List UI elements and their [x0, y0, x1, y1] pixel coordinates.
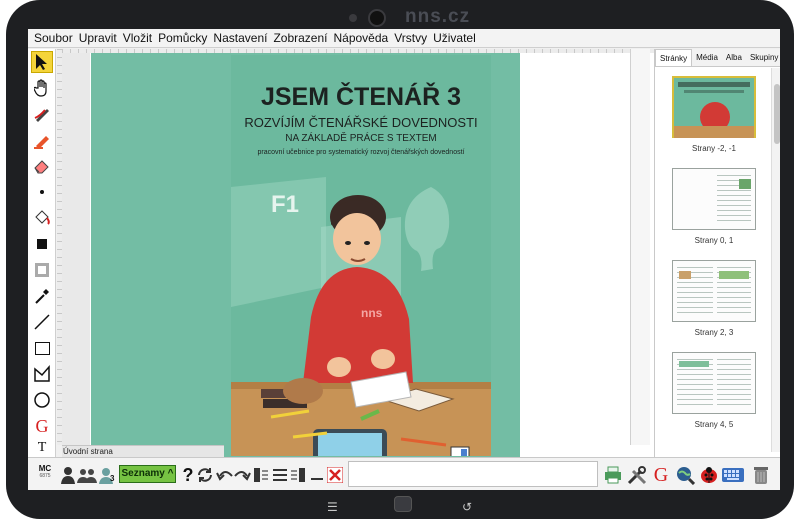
text-g-icon[interactable]: G [31, 415, 53, 437]
menubar: Soubor Upravit Vložit Pomůcky Nastavení … [28, 29, 780, 48]
page-label-tab[interactable]: Úvodní strana [62, 445, 224, 457]
panel-scrollbar-thumb[interactable] [774, 84, 780, 144]
f1-badge: F1 [271, 191, 299, 218]
hand-icon[interactable] [31, 77, 53, 99]
book-title: JSEM ČTENÁŘ 3 [260, 83, 462, 111]
dot-icon[interactable] [31, 181, 53, 203]
front-camera [368, 9, 386, 27]
mc-label: MC [38, 464, 52, 473]
book-subtitle-2: NA ZÁKLADĚ PRÁCE S TEXTEM [285, 133, 437, 144]
pointer-arrow-icon[interactable] [31, 51, 53, 73]
thumbnail-label: Strany -2, -1 [691, 144, 736, 153]
menu-vrstvy[interactable]: Vrstvy [391, 31, 430, 45]
menu-napoveda[interactable]: Nápověda [330, 31, 391, 45]
rectangle-icon[interactable] [31, 337, 53, 359]
thumbnail-label: Strany 0, 1 [694, 236, 734, 245]
thumbnail-image[interactable] [672, 260, 756, 322]
device-brand: nns.cz [405, 6, 471, 27]
status-field[interactable] [348, 461, 598, 487]
thumbnail-item[interactable]: Strany 2, 3 [672, 260, 756, 337]
tab-stranky[interactable]: Stránky [655, 49, 693, 66]
close-red-icon[interactable] [324, 464, 346, 486]
thumbnail-image[interactable] [672, 76, 756, 138]
menu-nastaveni[interactable]: Nastavení [210, 31, 270, 45]
student-count-icon[interactable]: 3 [96, 464, 118, 486]
thumbnail-label: Strany 4, 5 [694, 420, 734, 429]
panel-tabs: Stránky Média Alba Skupiny [655, 49, 780, 67]
users-group-icon[interactable] [76, 464, 98, 486]
thumbnail-label: Strany 2, 3 [694, 328, 734, 337]
frame-icon[interactable] [31, 259, 53, 281]
fill-bucket-icon[interactable] [31, 207, 53, 229]
thumbnail-image[interactable] [672, 168, 756, 230]
menu-upravit[interactable]: Upravit [76, 31, 120, 45]
sensor-dot [349, 14, 357, 22]
book-subtitle-3: pracovní učebnice pro systematický rozvo… [257, 149, 465, 156]
google-icon[interactable]: G [650, 464, 672, 486]
menu-uzivatel[interactable]: Uživatel [430, 31, 479, 45]
book-subtitle: ROZVÍJÍM ČTENÁŘSKÉ DOVEDNOSTI [244, 115, 478, 130]
pages-panel: Stránky Média Alba Skupiny Strany -2, -1 [654, 49, 780, 457]
tab-skupiny[interactable]: Skupiny [746, 49, 780, 66]
home-icon[interactable] [394, 496, 412, 512]
menu-zobrazeni[interactable]: Zobrazení [270, 31, 330, 45]
tools-icon[interactable] [626, 464, 648, 486]
panel-scrollbar[interactable] [771, 68, 780, 452]
bottom-toolbar: MC 6875 3 Seznamy ^ ? G [28, 457, 780, 490]
thumbnail-item[interactable]: Strany -2, -1 [672, 76, 756, 153]
trash-icon[interactable] [750, 464, 772, 486]
ellipse-icon[interactable] [31, 389, 53, 411]
search-globe-icon[interactable] [674, 464, 696, 486]
eyedropper-icon[interactable] [31, 285, 53, 307]
tab-alba[interactable]: Alba [722, 49, 746, 66]
back-icon[interactable]: ↺ [462, 500, 472, 514]
horizontal-ruler [62, 49, 654, 53]
mc-badge[interactable]: MC 6875 [34, 464, 56, 486]
square-fill-icon[interactable] [31, 233, 53, 255]
app-screen: Soubor Upravit Vložit Pomůcky Nastavení … [28, 29, 780, 490]
thumbnail-image[interactable] [672, 352, 756, 414]
menu-vlozit[interactable]: Vložit [120, 31, 155, 45]
nns-logo-shirt: nns [361, 306, 383, 320]
pen-icon[interactable] [31, 103, 53, 125]
keyboard-icon[interactable] [722, 464, 744, 486]
eraser-icon[interactable] [31, 155, 53, 177]
mc-sub: 6875 [39, 473, 51, 479]
thumbnail-item[interactable]: Strany 4, 5 [672, 352, 756, 429]
seznamy-button[interactable]: Seznamy ^ [119, 465, 176, 483]
tablet-frame: nns.cz Soubor Upravit Vložit Pomůcky Nas… [6, 0, 794, 519]
count-badge: 3 [110, 474, 115, 483]
cover-illustration: F1 nns [231, 177, 491, 456]
printer-icon[interactable] [602, 464, 624, 486]
polygon-icon[interactable] [31, 363, 53, 385]
text-t-icon[interactable]: T [31, 440, 53, 455]
help-glyph: ? [182, 464, 194, 485]
highlighter-icon[interactable] [31, 129, 53, 151]
canvas-scrollbar[interactable] [630, 49, 650, 445]
ladybug-icon[interactable] [698, 464, 720, 486]
menu-soubor[interactable]: Soubor [31, 31, 76, 45]
book-cover[interactable]: JSEM ČTENÁŘ 3 ROZVÍJÍM ČTENÁŘSKÉ DOVEDNO… [231, 55, 491, 456]
tool-palette: G T [28, 49, 56, 457]
menu-pomucky[interactable]: Pomůcky [155, 31, 210, 45]
canvas-area[interactable]: JSEM ČTENÁŘ 3 ROZVÍJÍM ČTENÁŘSKÉ DOVEDNO… [62, 49, 654, 460]
line-icon[interactable] [31, 311, 53, 333]
thumbnail-item[interactable]: Strany 0, 1 [672, 168, 756, 245]
menu-icon[interactable]: ☰ [327, 500, 338, 514]
page-thumbnails: Strany -2, -1 Strany 0, 1 Strany 2, 3 St… [655, 68, 771, 452]
tab-media[interactable]: Média [692, 49, 722, 66]
